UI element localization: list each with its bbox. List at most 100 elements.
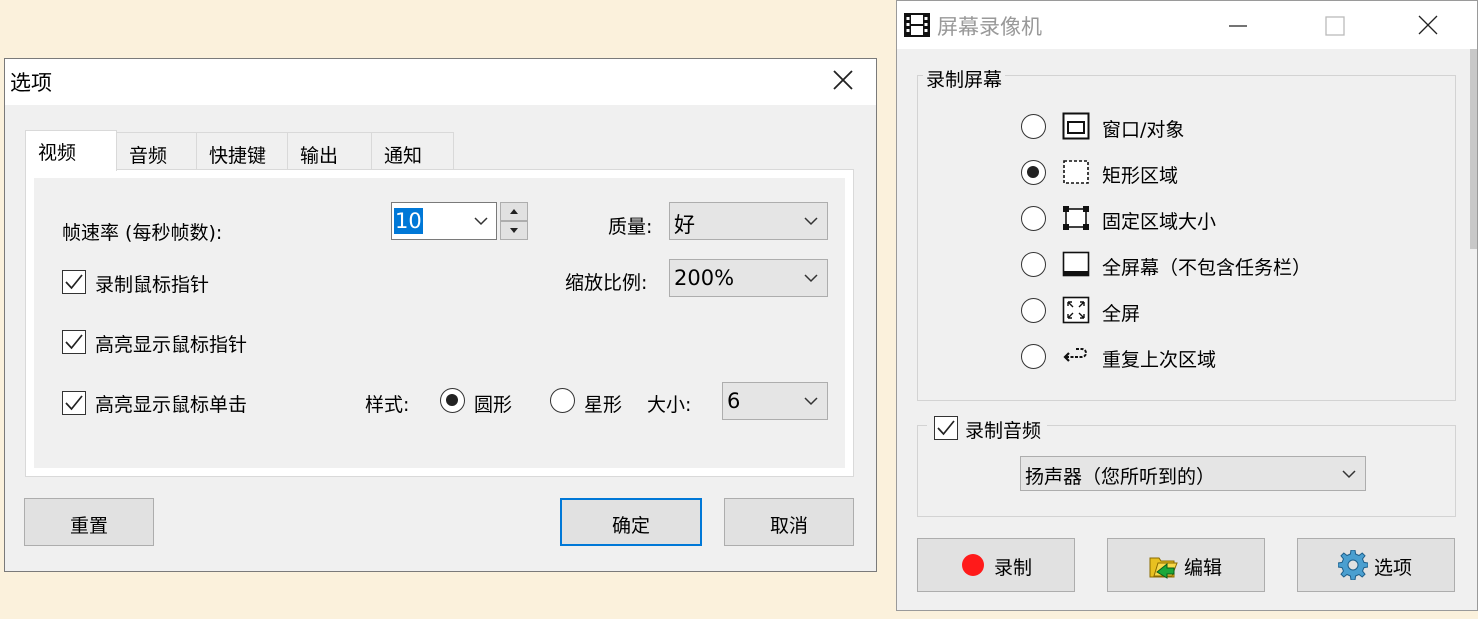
screen-recorder-window: 屏幕录像机 录制屏幕 窗口/对象 矩形区域 固定区域大小 全屏幕（不包含任务栏）… [896,0,1478,611]
record-dot-icon [962,554,984,576]
checkmark-icon [937,420,955,436]
ok-button[interactable]: 确定 [560,498,702,546]
scale-select[interactable]: 200% [669,259,828,297]
tab-notifications-label: 通知 [384,145,423,167]
record-audio-checkbox[interactable] [934,416,958,440]
mode-fixed-radio[interactable] [1021,206,1046,231]
mode-repeat-label: 重复上次区域 [1102,349,1217,371]
mode-fixed-label: 固定区域大小 [1102,211,1217,233]
style-circle-label: 圆形 [474,394,513,416]
fixed-region-icon [1063,206,1089,230]
edit-button-label: 编辑 [1184,557,1223,579]
mode-rectangle-radio[interactable] [1021,160,1046,185]
gear-icon [1338,550,1368,580]
record-screen-caption: 录制屏幕 [923,65,1006,92]
size-value: 6 [727,389,741,413]
close-icon [833,70,853,90]
audio-source-select[interactable]: 扬声器（您所听到的） [1020,456,1366,491]
tab-audio-label: 音频 [129,145,168,167]
record-button-label: 录制 [994,557,1033,579]
fps-value: 10 [394,208,423,234]
quality-value: 好 [674,213,695,237]
arrow-down-icon [510,228,518,233]
scrollbar[interactable] [1470,49,1477,249]
film-icon [904,13,930,37]
recorder-titlebar: 屏幕录像机 [897,1,1477,49]
tab-video-label: 视频 [38,142,77,164]
fps-combo[interactable]: 10 [391,202,497,240]
checkmark-icon [65,334,83,350]
arrow-up-icon [510,209,518,214]
mode-fullscreen-taskbar-label: 全屏幕（不包含任务栏） [1102,257,1312,279]
tab-output[interactable]: 输出 [287,132,372,170]
highlight-click-label: 高亮显示鼠标单击 [95,394,248,416]
radio-selected-dot [1027,166,1039,178]
options-button[interactable]: 选项 [1297,538,1455,592]
mode-repeat-radio[interactable] [1021,344,1046,369]
edit-button[interactable]: 编辑 [1107,538,1265,592]
quality-select[interactable]: 好 [669,202,828,240]
maximize-icon [1325,16,1345,36]
fullscreen-icon [1062,296,1090,324]
fps-decrement-button[interactable] [500,221,528,240]
highlight-cursor-label: 高亮显示鼠标指针 [95,334,248,356]
record-button[interactable]: 录制 [917,538,1075,592]
cancel-button-label: 取消 [769,515,808,537]
chevron-down-icon [804,397,818,406]
reset-button-label: 重置 [69,515,108,537]
tab-video[interactable]: 视频 [25,130,117,171]
radio-selected-dot [446,394,458,406]
highlight-cursor-checkbox[interactable] [62,330,86,354]
size-select[interactable]: 6 [722,382,828,420]
quality-label: 质量: [608,216,653,238]
fullscreen-no-taskbar-icon [1062,251,1090,277]
highlight-click-checkbox[interactable] [62,391,86,415]
ok-button-label: 确定 [611,515,650,537]
record-cursor-checkbox[interactable] [62,270,86,294]
chevron-down-icon [1342,470,1356,479]
checkmark-icon [65,274,83,290]
record-audio-label: 录制音频 [965,420,1042,442]
close-button[interactable] [819,59,867,105]
mode-window-label: 窗口/对象 [1102,119,1185,141]
scale-value: 200% [674,266,735,290]
style-label: 样式: [365,394,410,416]
reset-button[interactable]: 重置 [24,498,154,546]
mode-fullscreen-label: 全屏 [1102,303,1141,325]
mode-fullscreen-taskbar-radio[interactable] [1021,252,1046,277]
recorder-title: 屏幕录像机 [937,15,1042,39]
minimize-button[interactable] [1215,1,1261,49]
window-object-icon [1062,112,1090,140]
mode-fullscreen-radio[interactable] [1021,298,1046,323]
minimize-icon [1229,25,1247,27]
style-star-label: 星形 [584,394,623,416]
window-close-button[interactable] [1405,1,1451,49]
chevron-down-icon [804,217,818,226]
size-label: 大小: [647,394,692,416]
style-circle-radio[interactable] [440,388,465,413]
options-button-label: 选项 [1374,557,1413,579]
chevron-down-icon [474,217,488,226]
rectangle-region-icon [1063,160,1089,184]
tab-hotkeys[interactable]: 快捷键 [196,132,288,170]
options-dialog: 选项 视频 音频 快捷键 输出 通知 帧速率 (每秒帧数): 10 质量: 好 … [4,58,877,572]
options-title: 选项 [10,71,52,95]
video-settings-area: 帧速率 (每秒帧数): 10 质量: 好 录制鼠标指针 缩放比例: 200% 高… [34,178,845,468]
video-tab-panel: 帧速率 (每秒帧数): 10 质量: 好 录制鼠标指针 缩放比例: 200% 高… [25,169,854,477]
tab-hotkeys-label: 快捷键 [209,145,267,167]
close-icon [1418,15,1438,35]
mode-window-radio[interactable] [1021,114,1046,139]
audio-source-value: 扬声器（您所听到的） [1025,466,1216,488]
cancel-button[interactable]: 取消 [724,498,854,546]
style-star-radio[interactable] [550,388,575,413]
scale-label: 缩放比例: [565,272,648,294]
chevron-down-icon [804,274,818,283]
fps-increment-button[interactable] [500,202,528,221]
repeat-last-region-icon [1063,348,1087,362]
maximize-button[interactable] [1311,1,1357,49]
mode-rectangle-label: 矩形区域 [1102,165,1179,187]
record-cursor-label: 录制鼠标指针 [95,274,210,296]
tab-notifications[interactable]: 通知 [371,132,454,170]
tab-output-label: 输出 [300,145,339,167]
tab-audio[interactable]: 音频 [116,132,197,170]
